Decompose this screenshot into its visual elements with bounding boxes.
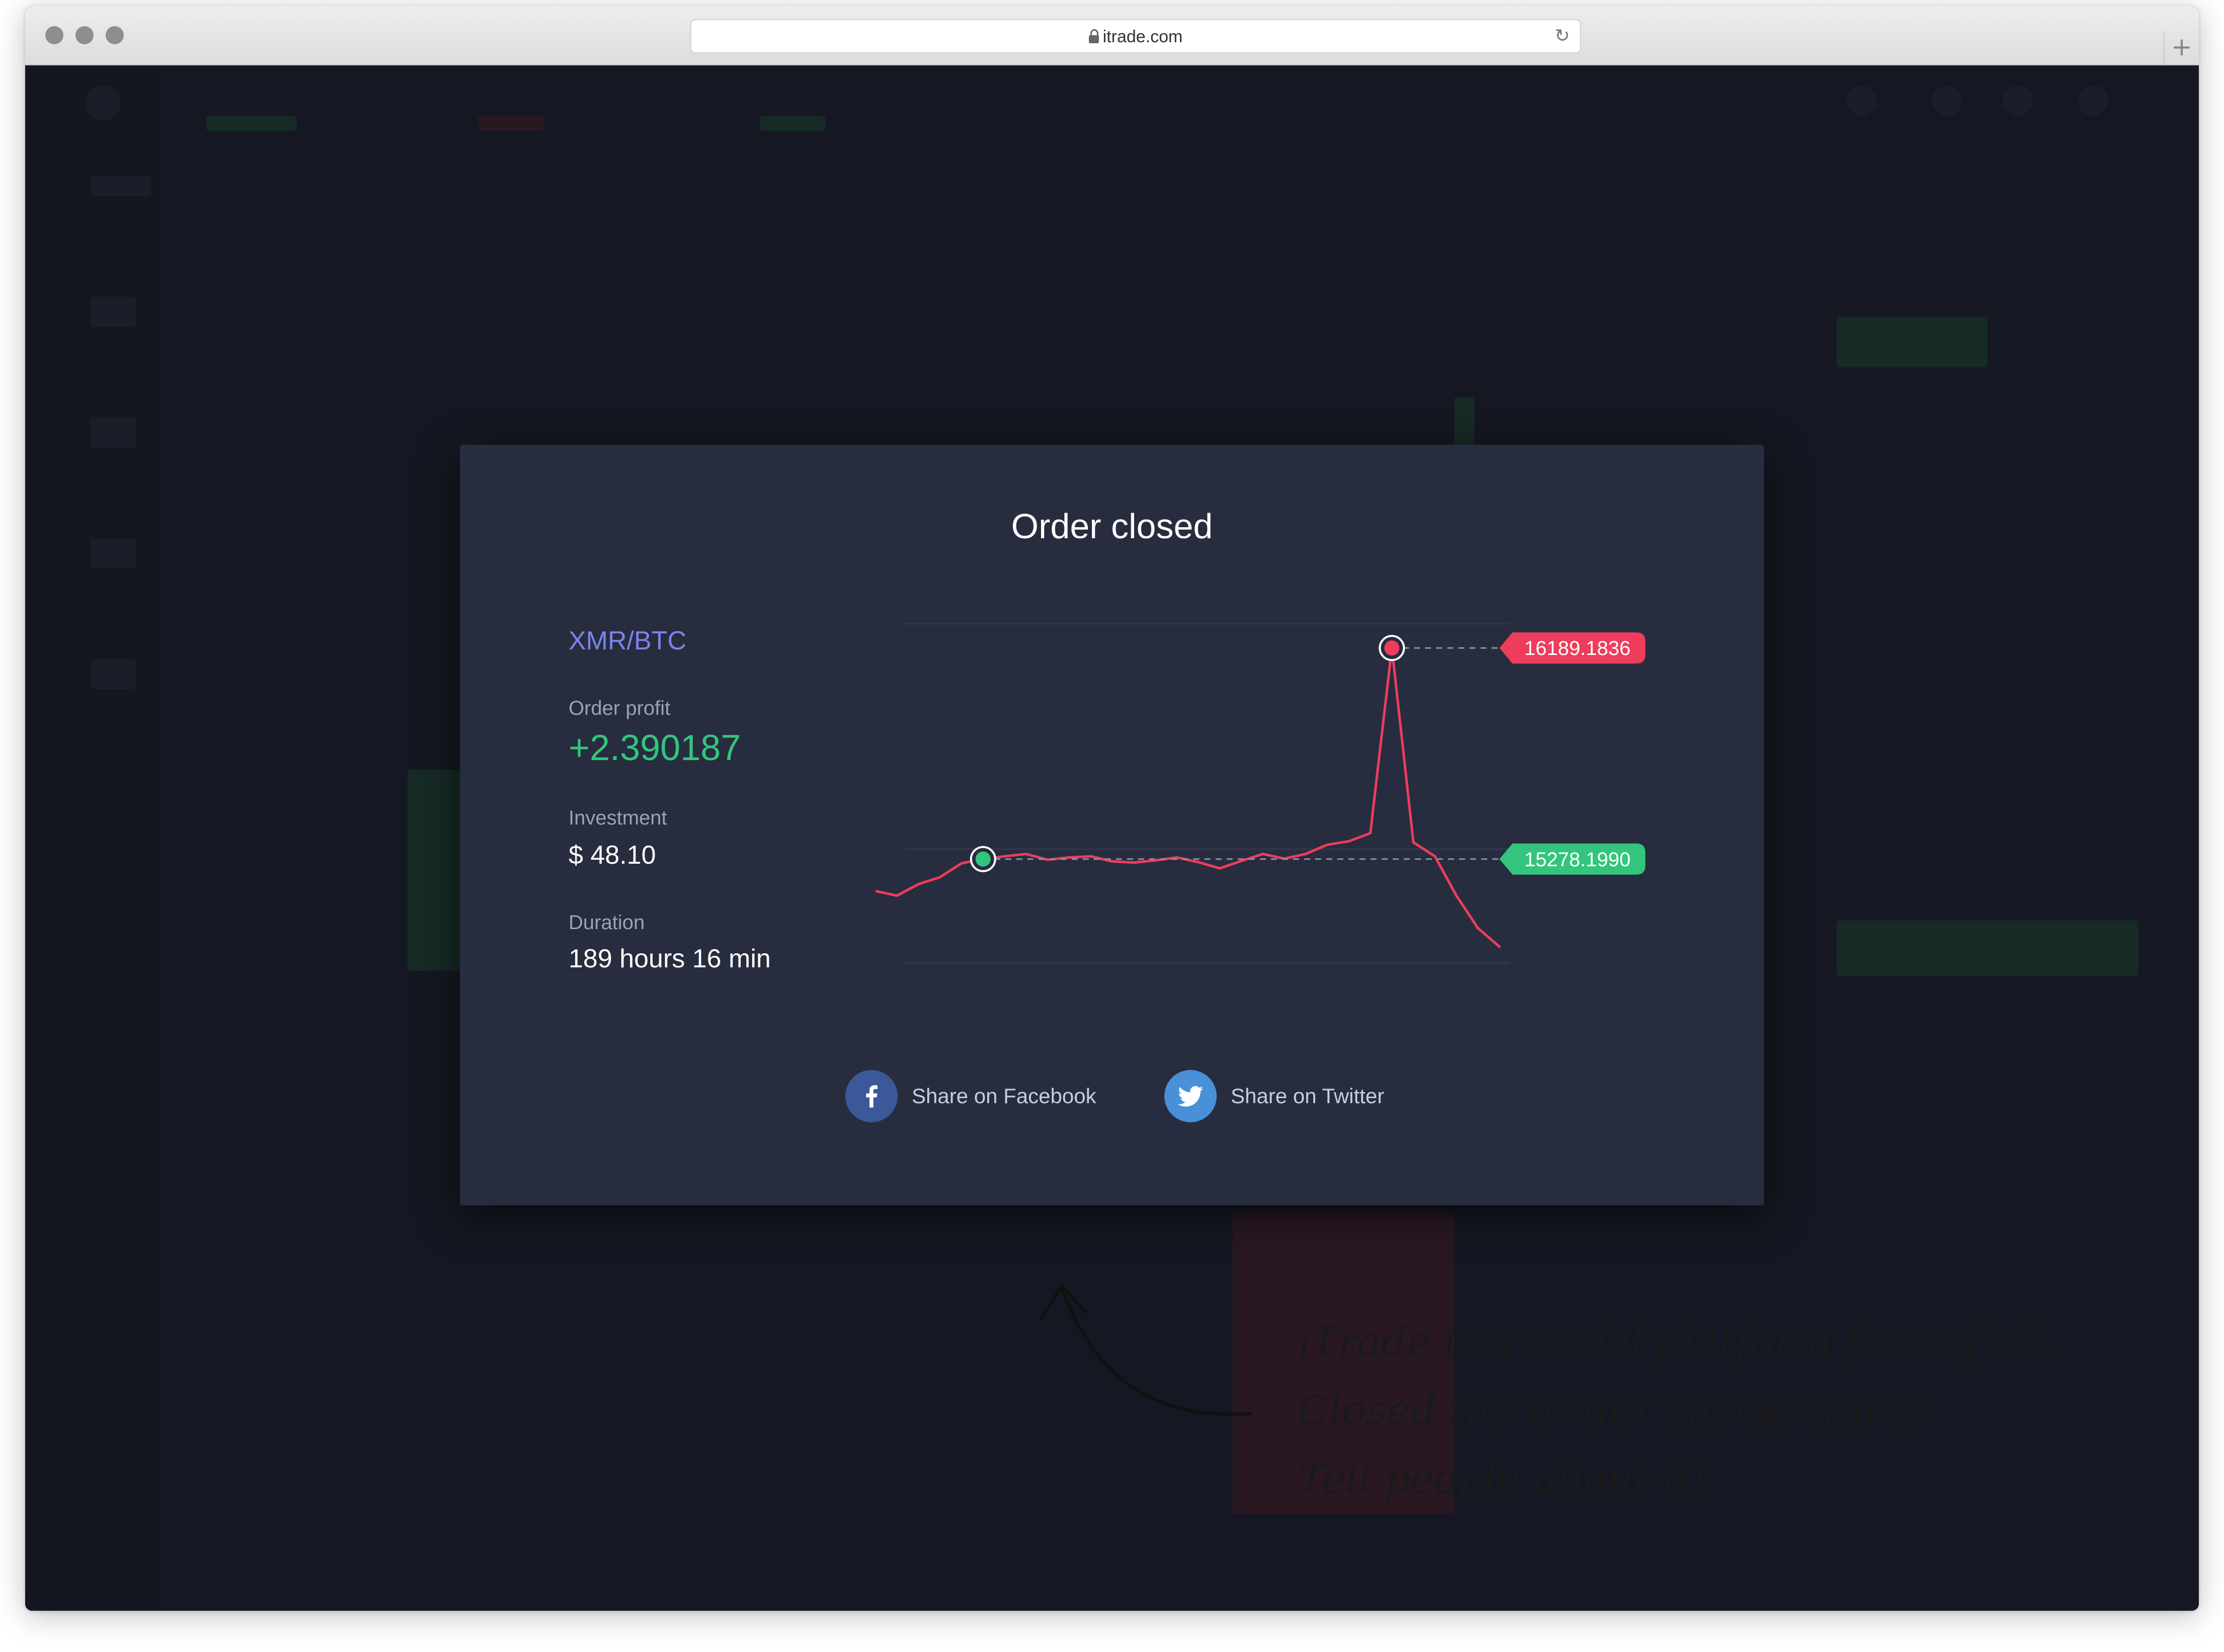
duration-value: 189 hours 16 min	[569, 944, 771, 973]
close-price-text: 16189.1836	[1524, 637, 1630, 659]
share-facebook-button[interactable]: Share on Facebook	[845, 1068, 1096, 1124]
order-profit-label: Order profit	[569, 697, 671, 719]
order-price-chart: 16189.1836 15278.1990	[876, 623, 1645, 964]
new-tab-button[interactable]: +	[2164, 31, 2199, 64]
order-closed-modal: Order closed XMR/BTC Order profit +2.390…	[460, 445, 1764, 1205]
close-price-tag: 16189.1836	[1499, 632, 1645, 664]
marker-dot	[1384, 640, 1400, 656]
modal-title: Order closed	[1011, 507, 1213, 546]
order-profit-value: +2.390187	[569, 728, 741, 768]
open-price-tag: 15278.1990	[1499, 843, 1645, 875]
share-twitter-label: Share on Twitter	[1231, 1084, 1385, 1108]
facebook-icon	[845, 1070, 898, 1122]
address-bar[interactable]: itrade.com ↻	[690, 19, 1581, 53]
trading-pair: XMR/BTC	[569, 626, 686, 655]
duration-label: Duration	[569, 912, 645, 934]
annotation-arrow-icon	[1040, 1284, 1252, 1416]
marker-dot	[975, 851, 991, 867]
minimize-window-button[interactable]	[75, 26, 94, 44]
annotation-line-3: Tell people about it!	[1298, 1455, 1708, 1502]
chart-gridlines	[906, 623, 1510, 964]
close-window-button[interactable]	[45, 26, 63, 44]
zoom-window-button[interactable]	[106, 26, 124, 44]
investment-value: $ 48.10	[569, 841, 656, 870]
investment-label: Investment	[569, 807, 667, 829]
annotation-text: iTrade is a social platform first of all…	[1298, 1308, 2055, 1513]
close-price-marker	[1379, 635, 1405, 662]
url-text: itrade.com	[1102, 27, 1183, 46]
price-line	[876, 646, 1501, 948]
share-twitter-button[interactable]: Share on Twitter	[1164, 1068, 1384, 1124]
twitter-icon	[1164, 1070, 1217, 1122]
annotation-line-2: Closed the or der successfully?	[1298, 1387, 1934, 1434]
annotation-line-1: iTrade is a social platform first of all…	[1298, 1318, 2055, 1365]
open-price-marker	[970, 846, 996, 872]
open-price-text: 15278.1990	[1524, 849, 1630, 871]
reload-icon[interactable]: ↻	[1555, 27, 1570, 45]
share-facebook-label: Share on Facebook	[912, 1084, 1096, 1108]
browser-titlebar: itrade.com ↻ +	[25, 6, 2199, 65]
lock-icon	[1088, 29, 1099, 43]
